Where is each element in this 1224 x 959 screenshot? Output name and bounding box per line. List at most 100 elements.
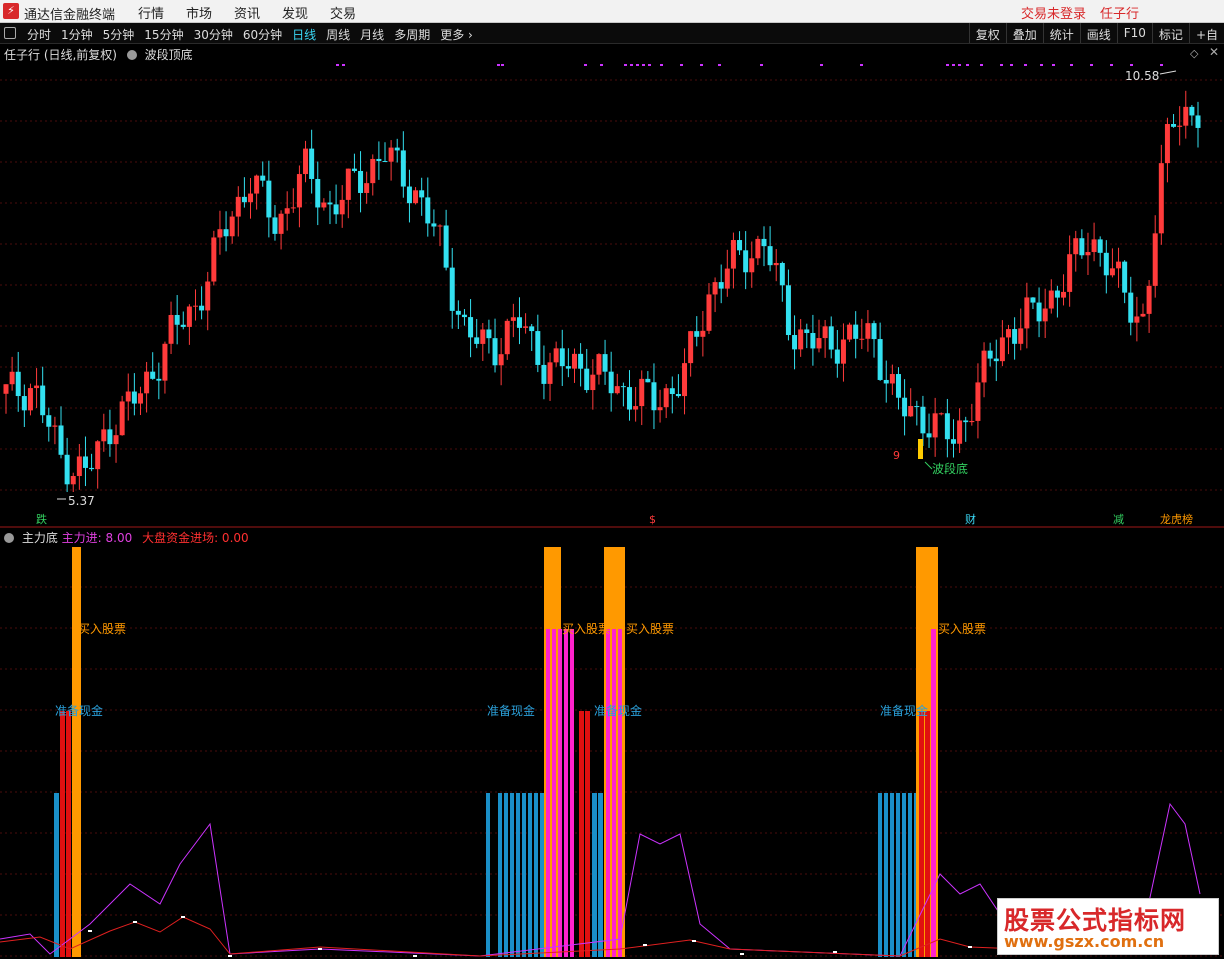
event-marker-fall[interactable]: 跌	[36, 512, 47, 526]
bottom-signal-number: 9	[893, 449, 900, 462]
signal-marker	[636, 64, 639, 66]
mark-button[interactable]: 标记	[1151, 23, 1189, 43]
candle-body	[914, 406, 920, 408]
statistics-button[interactable]: 统计	[1042, 23, 1080, 43]
candle-body	[150, 371, 156, 379]
menu-item-trade[interactable]: 交易	[330, 3, 378, 22]
candle-body	[1195, 115, 1201, 128]
overlay-button[interactable]: 叠加	[1005, 23, 1043, 43]
candle-body	[1152, 233, 1158, 286]
signal-marker	[718, 64, 721, 66]
event-marker-reduce[interactable]: 减	[1113, 513, 1124, 526]
signal-marker	[600, 64, 603, 66]
tab-more[interactable]: 更多 ›	[440, 26, 473, 43]
line-point	[318, 948, 322, 950]
candle-body	[235, 196, 241, 217]
candle-body	[205, 281, 211, 311]
candle-body	[1103, 252, 1109, 276]
tab-weekly[interactable]: 周线	[326, 26, 350, 43]
tab-timeshare[interactable]: 分时	[27, 26, 51, 43]
trade-login-link[interactable]: 交易未登录	[1021, 3, 1086, 22]
tab-15min[interactable]: 15分钟	[144, 26, 183, 43]
menu-item-market[interactable]: 市场	[186, 3, 234, 22]
candle-body	[938, 413, 944, 415]
indicator-texts: 买入股票 买入股票 买入股票 买入股票准备现金 准备现金 准备现金 准备现金	[55, 622, 986, 718]
candle-body	[58, 425, 64, 455]
candle-body	[376, 158, 382, 162]
tab-daily[interactable]: 日线	[292, 26, 316, 43]
period-toolbar: 分时 1分钟 5分钟 15分钟 30分钟 60分钟 日线 周线 月线 多周期 更…	[0, 23, 1224, 44]
candle-body	[504, 320, 510, 355]
draw-line-button[interactable]: 画线	[1079, 23, 1117, 43]
signal-marker	[966, 64, 969, 66]
candle-body	[34, 385, 40, 389]
candle-body	[1048, 290, 1054, 309]
event-marker-finance[interactable]: 财	[965, 512, 976, 526]
tab-multi-period[interactable]: 多周期	[394, 26, 430, 43]
signal-marker	[820, 64, 823, 66]
line-point	[181, 916, 185, 918]
menu-item-quotes[interactable]: 行情	[138, 3, 186, 22]
menu-item-news[interactable]: 资讯	[234, 3, 282, 22]
tab-5min[interactable]: 5分钟	[103, 26, 135, 43]
candle-body	[700, 330, 706, 337]
signal-marker	[648, 64, 651, 66]
candle-body	[553, 348, 559, 363]
candle-body	[1122, 261, 1128, 293]
candle-body	[1018, 328, 1024, 344]
candle-body	[822, 326, 828, 339]
candle-body	[480, 329, 486, 344]
candle-body	[3, 384, 9, 394]
candle-body	[492, 338, 498, 366]
event-marker-dollar[interactable]: $	[649, 513, 656, 526]
prepare-cash-label: 准备现金	[55, 703, 103, 718]
candle-body	[217, 229, 223, 238]
line-point	[968, 946, 972, 948]
candle-body	[162, 343, 168, 381]
restore-rights-button[interactable]: 复权	[968, 23, 1006, 43]
candle-body	[908, 406, 914, 417]
indicator-bar	[552, 629, 556, 957]
candle-body	[296, 174, 302, 208]
candle-body	[895, 374, 901, 398]
candle-body	[9, 371, 15, 385]
tab-1min[interactable]: 1分钟	[61, 26, 93, 43]
event-marker-dragon-tiger[interactable]: 龙虎榜	[1160, 512, 1193, 526]
candle-body	[370, 158, 376, 184]
f10-button[interactable]: F10	[1116, 23, 1152, 43]
add-custom-button[interactable]: +自	[1188, 23, 1224, 43]
candle-body	[675, 394, 681, 397]
candle-body	[969, 420, 975, 423]
candle-body	[1030, 297, 1036, 303]
min-price-label: 5.37	[68, 494, 95, 508]
candle-body	[743, 250, 749, 273]
stock-name-label[interactable]: 任子行	[1100, 3, 1139, 22]
tab-60min[interactable]: 60分钟	[243, 26, 282, 43]
indicator-bar	[546, 629, 550, 957]
chart-canvas[interactable]: 10.58 5.37 波段底 9 跌 $ 财 减 龙虎榜 买入股票 买入股票 买入股…	[0, 44, 1224, 959]
watermark-logo: 股票公式指标网 www.gszx.com.cn	[997, 898, 1219, 955]
candle-body	[1067, 254, 1073, 292]
candle-body	[1042, 308, 1048, 322]
tab-30min[interactable]: 30分钟	[194, 26, 233, 43]
indicator-bar	[931, 629, 936, 957]
signal-marker	[1110, 64, 1113, 66]
buy-stock-label: 买入股票	[562, 622, 610, 636]
menu-item-discover[interactable]: 发现	[282, 3, 330, 22]
tab-monthly[interactable]: 月线	[360, 26, 384, 43]
indicator-bar	[54, 793, 59, 957]
line-point	[133, 921, 137, 923]
candle-body	[547, 362, 553, 384]
line-point	[228, 955, 232, 957]
indicator-bar	[884, 793, 888, 957]
right-toolbar: 复权 叠加 统计 画线 F10 标记 +自	[968, 23, 1224, 43]
line-point	[833, 951, 837, 953]
indicator-bar	[902, 793, 906, 957]
signal-marker	[946, 64, 949, 66]
candle-body	[804, 329, 810, 334]
candle-body	[926, 433, 932, 438]
panel-toggle-icon[interactable]	[4, 27, 16, 39]
candle-body	[1146, 285, 1152, 314]
candle-body	[64, 454, 70, 485]
title-menu-bar: ⚡ 通达信金融终端 行情 市场 资讯 发现 交易 交易未登录 任子行	[0, 0, 1224, 23]
